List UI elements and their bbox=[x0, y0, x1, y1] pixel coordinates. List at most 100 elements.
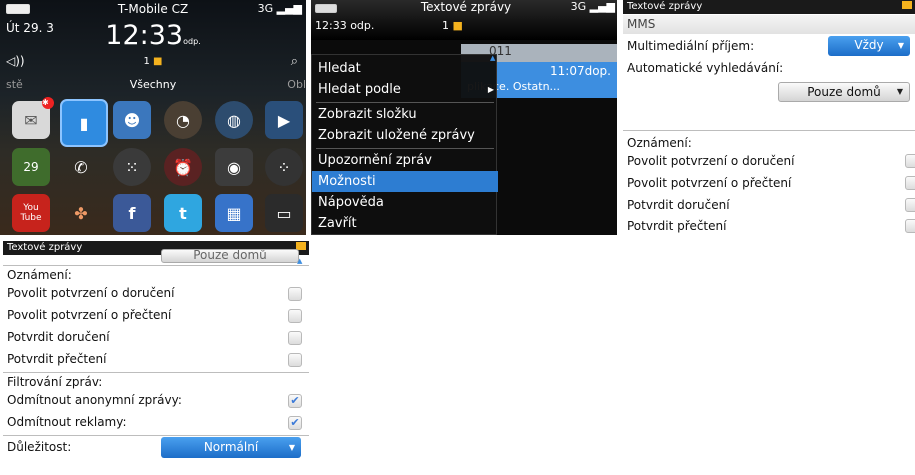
clock-speed-icon[interactable]: ◔ bbox=[164, 101, 202, 139]
clock-ampm: odp. bbox=[183, 37, 201, 46]
messages-icon[interactable]: ✉ ✱ bbox=[12, 97, 54, 139]
submenu-arrow-icon: ▶ bbox=[487, 85, 494, 94]
messenger-icon[interactable]: ▭ bbox=[265, 194, 303, 232]
option-label: Potvrdit doručení bbox=[7, 330, 110, 344]
media-play-icon[interactable]: ▶ bbox=[265, 101, 303, 139]
menu-item-search-by[interactable]: Hledat podle ▶ bbox=[312, 79, 498, 100]
menu-item-view-folder[interactable]: Zobrazit složku bbox=[312, 104, 498, 125]
clock: 12:33 odp. bbox=[315, 19, 375, 32]
app-title: Textové zprávy bbox=[420, 0, 512, 14]
checkbox-confirm-delivery[interactable] bbox=[905, 198, 915, 212]
menu-item-help[interactable]: Nápověda bbox=[312, 192, 498, 213]
signal-icon: ▂▄▆ bbox=[276, 2, 302, 15]
option-label: Potvrdit přečtení bbox=[627, 219, 727, 233]
calendar-day: 29 bbox=[23, 160, 39, 174]
twitter-icon[interactable]: t bbox=[164, 194, 202, 232]
network-label: 3G bbox=[257, 2, 274, 15]
menu-item-search[interactable]: Hledat bbox=[312, 58, 498, 79]
contacts-icon[interactable]: ☻ bbox=[113, 101, 151, 139]
checkbox-confirm-read[interactable] bbox=[288, 353, 302, 367]
blackberry-icon[interactable]: ⁘ bbox=[265, 148, 303, 186]
option-label: Potvrdit přečtení bbox=[7, 352, 107, 366]
filter-label: Filtrování zpráv: bbox=[7, 375, 103, 389]
menu-item-view-saved[interactable]: Zobrazit uložené zprávy bbox=[312, 125, 498, 146]
envelope-icon bbox=[902, 1, 912, 9]
envelope-icon: ■ bbox=[452, 19, 463, 32]
screen-title: Textové zprávy bbox=[627, 1, 703, 12]
network-indicator: 3G ▂▄▆ bbox=[258, 2, 302, 15]
network-icon[interactable]: ✤ bbox=[62, 194, 100, 232]
priority-dropdown[interactable]: Normální ▼ bbox=[161, 437, 301, 458]
message-count: 1 bbox=[442, 19, 449, 32]
youtube-label: You Tube bbox=[20, 203, 42, 223]
checkbox-delivery-receipt[interactable] bbox=[905, 154, 915, 168]
clock-time: 12:33 bbox=[105, 20, 184, 51]
scroll-up-icon: ▲ bbox=[297, 257, 303, 265]
chevron-down-icon: ▼ bbox=[896, 87, 903, 96]
menu-item-notifications[interactable]: Upozornění zpráv bbox=[312, 150, 498, 171]
calendar-icon[interactable]: 29 bbox=[12, 148, 50, 186]
messages-menu-screen: Textové zprávy 12:33 odp. 1 ■ 3G ▂▄▆ 011… bbox=[311, 0, 617, 235]
dropdown-value: Pouze domů bbox=[193, 249, 267, 262]
option-label: Povolit potvrzení o doručení bbox=[7, 286, 175, 300]
message-options-screen: Textové zprávy Pouze domů ▲ Oznámení: Po… bbox=[3, 241, 309, 475]
partial-dropdown[interactable]: Pouze domů bbox=[161, 249, 299, 263]
mm-receive-dropdown[interactable]: Vždy ▼ bbox=[828, 36, 910, 56]
checkbox-read-receipt[interactable] bbox=[905, 176, 915, 190]
dropdown-value: Normální bbox=[203, 440, 259, 454]
notifications-label: Oznámení: bbox=[627, 136, 692, 150]
checkbox-read-receipt[interactable] bbox=[288, 309, 302, 323]
dropdown-value: Vždy bbox=[854, 38, 884, 52]
camera-icon[interactable]: ◉ bbox=[215, 148, 253, 186]
screen-title: Textové zprávy bbox=[7, 242, 83, 253]
option-label: Povolit potvrzení o přečtení bbox=[7, 308, 172, 322]
app-world-icon[interactable]: ▦ bbox=[215, 194, 253, 232]
option-label: Povolit potvrzení o doručení bbox=[627, 154, 795, 168]
chevron-down-icon: ▼ bbox=[288, 443, 295, 452]
home-screen: Út 29. 3 T-Mobile CZ 12:33odp. 3G ▂▄▆ ◁)… bbox=[0, 0, 306, 235]
envelope-icon: ■ bbox=[153, 56, 163, 67]
youtube-icon[interactable]: You Tube bbox=[12, 194, 50, 232]
checkbox-confirm-read[interactable] bbox=[905, 219, 915, 233]
network-indicator: 3G ▂▄▆ bbox=[571, 0, 615, 13]
checkbox-delivery-receipt[interactable] bbox=[288, 287, 302, 301]
search-icon[interactable]: ⌕ bbox=[291, 54, 298, 69]
checkbox-confirm-delivery[interactable] bbox=[288, 331, 302, 345]
facebook-icon[interactable]: f bbox=[113, 194, 151, 232]
clock: 12:33odp. bbox=[0, 20, 306, 51]
menu-divider bbox=[316, 148, 494, 149]
divider bbox=[3, 435, 309, 436]
bbm-icon[interactable]: ⁙ bbox=[113, 148, 151, 186]
notifications-label: Oznámení: bbox=[7, 268, 72, 282]
option-label: Povolit potvrzení o přečtení bbox=[627, 176, 792, 190]
network-label: 3G bbox=[570, 0, 587, 13]
menu-item-options[interactable]: Možnosti bbox=[312, 171, 498, 192]
auto-search-dropdown[interactable]: Pouze domů ▼ bbox=[778, 82, 910, 102]
divider bbox=[623, 130, 915, 131]
message-count: 1 bbox=[143, 56, 150, 67]
context-menu: ▲ Hledat Hledat podle ▶ Zobrazit složku Z… bbox=[311, 54, 498, 235]
menu-item-close[interactable]: Zavřít bbox=[312, 213, 498, 234]
filter-option-label: Odmítnout anonymní zprávy: bbox=[7, 393, 182, 407]
section-header: MMS bbox=[623, 15, 915, 34]
battery-icon bbox=[315, 4, 337, 13]
mm-receive-label: Multimediální příjem: bbox=[627, 39, 755, 53]
checkmark-icon: ✔ bbox=[290, 394, 300, 407]
checkbox-reject-ads[interactable]: ✔ bbox=[288, 416, 302, 430]
priority-label: Důležitost: bbox=[7, 440, 72, 454]
menu-divider bbox=[316, 102, 494, 103]
call-icon[interactable]: ✆ bbox=[62, 148, 100, 186]
tab-all[interactable]: Všechny bbox=[0, 78, 306, 91]
chevron-down-icon: ▼ bbox=[897, 41, 904, 50]
signal-icon: ▂▄▆ bbox=[589, 0, 615, 13]
browser-icon[interactable]: ◍ bbox=[215, 101, 253, 139]
alarm-icon[interactable]: ⏰ bbox=[164, 148, 202, 186]
title-bar: Textové zprávy bbox=[623, 0, 915, 14]
checkbox-reject-anonymous[interactable]: ✔ bbox=[288, 394, 302, 408]
phone-app-icon[interactable]: ▮ bbox=[60, 99, 108, 147]
tab-next[interactable]: Obl bbox=[287, 78, 306, 91]
menu-item-label: Hledat podle bbox=[318, 82, 401, 97]
new-message-indicator: 1 ■ bbox=[442, 19, 463, 32]
filter-option-label: Odmítnout reklamy: bbox=[7, 415, 127, 429]
new-message-indicator: 1 ■ bbox=[0, 56, 306, 67]
